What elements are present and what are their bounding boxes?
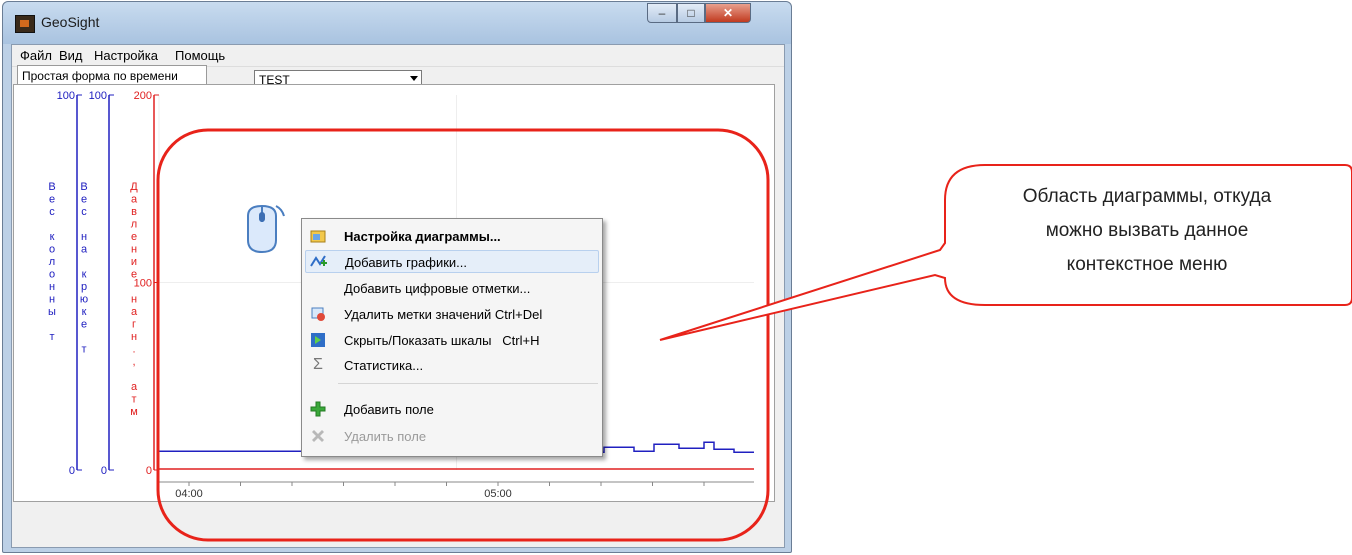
y-axis-label-char: н [131,331,137,343]
tab-label: Простая форма по времени [22,69,178,83]
maximize-button[interactable]: □ [677,3,705,23]
callout-line: контекстное меню [1066,254,1228,275]
menu-item-toggle-scales[interactable]: Скрыть/Показать шкалы Ctrl+H [305,329,599,352]
y-tick-label: 0 [146,465,152,477]
menu-bar: Файл Вид Настройка Помощь [12,45,784,65]
close-button[interactable]: ✕ [705,3,751,23]
chart-settings-icon [309,228,327,244]
menu-item-delete-value-marks[interactable]: Удалить метки значений Ctrl+Del [305,303,599,326]
add-field-icon [309,401,327,417]
y-axis-label-char: с [81,206,87,218]
menu-help[interactable]: Помощь [175,48,225,63]
menu-item-label: Добавить графики... [345,255,468,270]
menu-item-add-field[interactable]: Добавить поле [305,398,599,421]
y-axis-label-char: н [49,281,55,293]
shortcut: Ctrl+H [502,333,540,348]
y-tick-label: 0 [69,465,75,477]
delete-field-icon [309,428,327,444]
x-tick-label: 05:00 [484,488,512,500]
menu-item-chart-settings[interactable]: Настройка диаграммы... [305,225,599,248]
y-axis-label-char: с [49,206,55,218]
sigma-icon: Σ [313,356,323,373]
add-graphs-icon [310,254,328,270]
menu-settings[interactable]: Настройка [94,48,158,63]
y-axis-label-char: к [50,231,55,243]
y-axis-label-char: а [131,194,138,206]
y-axis-label-char: е [81,319,87,331]
menu-item-label: Скрыть/Показать шкалы Ctrl+H [344,333,540,348]
y-axis-label-char: е [81,194,87,206]
y-axis-label-char: н [49,294,55,306]
y-axis-label-char: ю [80,294,88,306]
delete-marks-icon [309,306,327,322]
y-axis-label-char: а [131,306,138,318]
menu-item-statistics[interactable]: Σ Статистика... [305,354,599,377]
geosight-app-icon [15,15,35,33]
menu-item-delete-field: Удалить поле [305,425,599,448]
y-axis-label-char: л [49,256,55,268]
y-axis-label-char: т [131,394,136,406]
callout-line: можно вызвать данное [1045,220,1249,241]
y-axis-label-char: а [81,244,88,256]
y-axis-label-char: т [81,344,86,356]
y-axis-label-char: ы [48,306,56,318]
y-axis-label-char: н [81,231,87,243]
callout-line: Область диаграммы, откуда [1022,186,1272,207]
y-axis-label-char: т [49,331,54,343]
menu-item-label: Настройка диаграммы... [344,229,501,244]
chevron-down-icon[interactable] [410,76,418,81]
y-axis-label-char: и [131,256,137,268]
y-axis-label-char: , [132,356,135,368]
y-axis-label-char: е [131,231,137,243]
menu-item-add-digital-marks[interactable]: Добавить цифровые отметки... [305,277,599,300]
title-bar[interactable]: GeoSight – □ ✕ [3,2,791,44]
y-axis-label-char: в [131,206,137,218]
y-axis-label-char: н [131,244,137,256]
y-axis-label-char: о [49,269,55,281]
menu-item-label: Удалить метки значений Ctrl+Del [344,307,543,322]
x-tick-label: 04:00 [175,488,203,500]
y-axis-label-char: е [49,194,55,206]
y-axis-label-char: к [82,306,87,318]
y-axis-label-char: р [81,281,87,293]
menu-item-label: Статистика... [344,358,424,373]
window-title: GeoSight [41,14,100,30]
y-axis-label-char: л [131,219,137,231]
menu-separator [338,383,598,384]
y-axis-label-char: н [131,294,137,306]
y-axis-label-char: м [130,406,138,418]
menu-file[interactable]: Файл [20,48,52,63]
menu-item-label: Добавить поле [344,402,434,417]
y-axis-label-char: В [48,181,55,193]
y-axis-label-char: Д [130,181,138,193]
minimize-button[interactable]: – [647,3,677,23]
y-axis-label-char: о [49,244,55,256]
y-axis-label-char: . [132,344,135,356]
callout-text: Область диаграммы, откуда можно вызвать … [950,180,1344,282]
menu-item-label: Удалить поле [344,429,427,444]
y-tick-label: 100 [89,90,107,102]
y-tick-label: 0 [101,465,107,477]
shortcut: Ctrl+Del [494,307,543,322]
y-tick-label: 200 [134,90,152,102]
y-axis-label-char: а [131,381,138,393]
context-menu: Настройка диаграммы... Добавить графики.… [301,218,603,457]
menu-item-add-graphs[interactable]: Добавить графики... [305,250,599,273]
menu-view[interactable]: Вид [59,48,83,63]
y-axis-label-char: к [82,269,87,281]
y-axis-label-char: В [80,181,87,193]
y-tick-label: 100 [57,90,75,102]
y-axis-label-char: г [132,319,136,331]
menu-item-label: Добавить цифровые отметки... [344,281,531,296]
toggle-scales-icon [309,332,327,348]
y-axis-label-char: е [131,269,137,281]
mouse-right-click-icon [247,204,285,254]
